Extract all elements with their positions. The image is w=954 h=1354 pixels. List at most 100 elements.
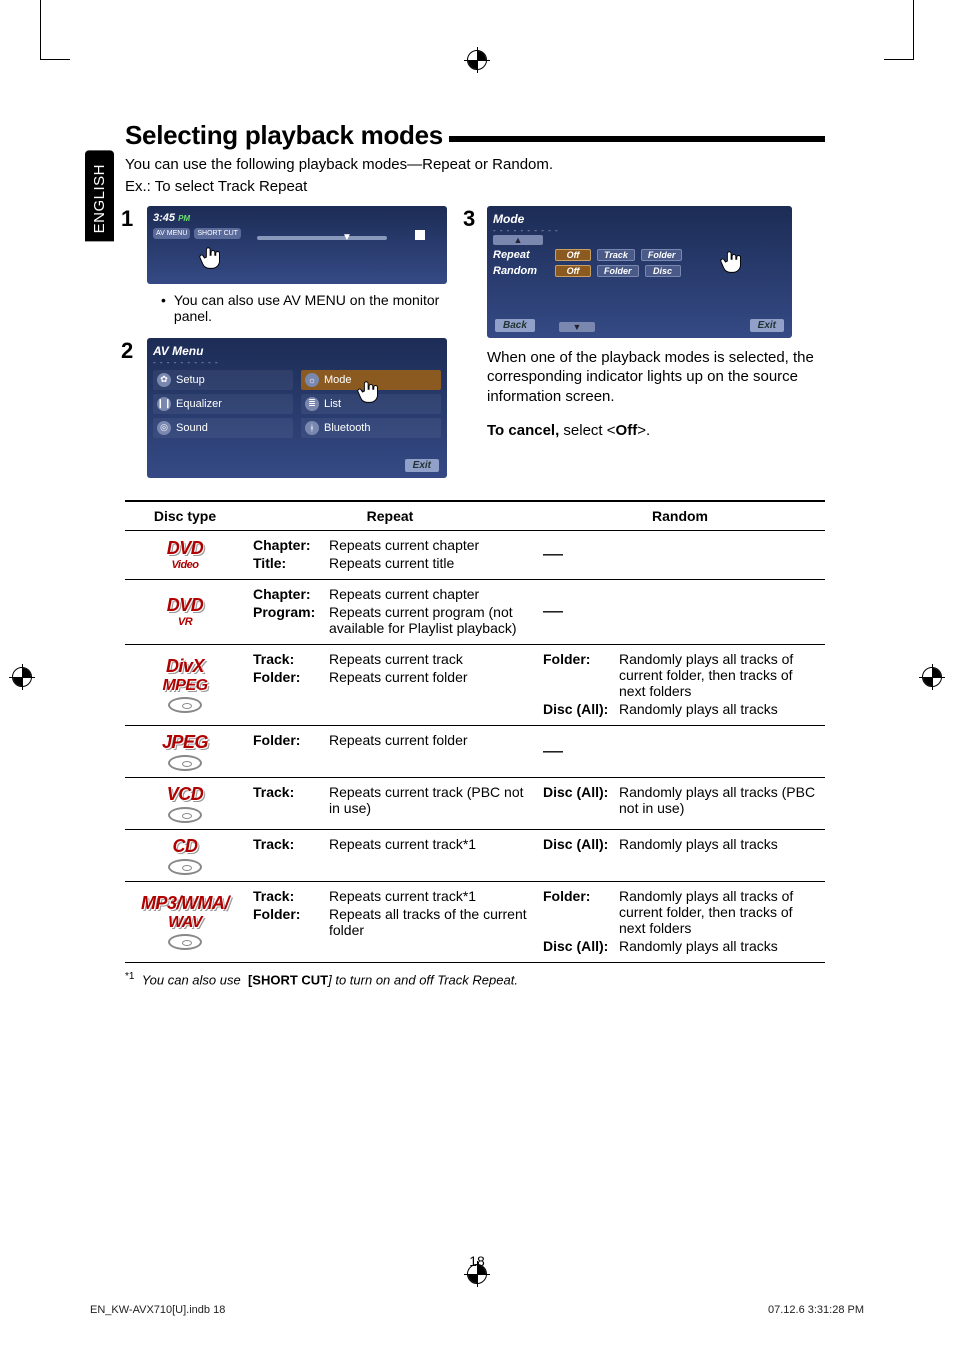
random-disc-option[interactable]: Disc [645, 265, 681, 277]
clock-time: 3:45 PM [153, 212, 190, 224]
repeat-value: Repeats current folder [329, 732, 527, 748]
disc-logo: DivX [166, 656, 204, 676]
footer-file: EN_KW-AVX710[U].indb 18 [90, 1304, 225, 1316]
short-cut-badge[interactable]: SHORT CUT [194, 228, 241, 239]
av-menu-title: AV Menu [153, 344, 441, 358]
footnote-text: You can also use [142, 972, 245, 987]
repeat-value: Repeats current track [329, 651, 527, 667]
repeat-cell: Track:Repeats current trackFolder:Repeat… [245, 644, 535, 725]
disc-ellipse-icon [168, 934, 202, 950]
repeat-folder-option[interactable]: Folder [641, 249, 683, 261]
bluetooth-icon: ᚼ [305, 421, 319, 435]
step-number-3: 3 [463, 206, 475, 232]
repeat-track-option[interactable]: Track [597, 249, 635, 261]
menu-item-label: Equalizer [176, 398, 222, 410]
back-button[interactable]: Back [495, 319, 535, 332]
intro-text-1: You can use the following playback modes… [125, 155, 825, 175]
random-key: Folder: [543, 651, 619, 699]
cancel-end: >. [637, 422, 650, 439]
random-value: Randomly plays all tracks of current fol… [619, 888, 817, 936]
menu-item-bluetooth[interactable]: ᚼ Bluetooth [301, 418, 441, 438]
exit-button[interactable]: Exit [750, 319, 784, 332]
disc-ellipse-icon [168, 859, 202, 875]
repeat-cell: Track:Repeats current track*1 [245, 829, 535, 881]
repeat-off-option[interactable]: Off [555, 249, 591, 261]
repeat-key: Chapter: [253, 537, 329, 553]
stop-icon[interactable] [415, 230, 425, 240]
menu-item-equalizer[interactable]: ❙❙ Equalizer [153, 394, 293, 414]
disc-logo: CD [173, 836, 198, 856]
random-value: Randomly plays all tracks [619, 701, 817, 717]
random-off-option[interactable]: Off [555, 265, 591, 277]
av-menu-badge[interactable]: AV MENU [153, 228, 190, 239]
random-value: Randomly plays all tracks of current fol… [619, 651, 817, 699]
table-row: JPEGFolder:Repeats current folder— [125, 725, 825, 777]
divider: - - - - - - - - - - [153, 358, 441, 367]
random-cell: Disc (All):Randomly plays all tracks (PB… [535, 777, 825, 829]
repeat-value: Repeats all tracks of the current folder [329, 906, 527, 938]
registration-mark [467, 50, 487, 70]
disc-sublabel: VR [133, 616, 237, 628]
repeat-key: Chapter: [253, 586, 329, 602]
repeat-cell: Chapter:Repeats current chapterTitle:Rep… [245, 530, 535, 579]
random-folder-option[interactable]: Folder [597, 265, 639, 277]
up-arrow-button[interactable]: ▲ [493, 235, 543, 245]
page-title: Selecting playback modes [125, 120, 825, 151]
table-row: MP3/WMA/WAVTrack:Repeats current track*1… [125, 881, 825, 962]
random-cell: Folder:Randomly plays all tracks of curr… [535, 881, 825, 962]
disc-type-cell: DVDVideo [125, 530, 245, 579]
disc-logo: JPEG [162, 732, 208, 752]
repeat-value: Repeats current track*1 [329, 836, 527, 852]
clock-time-value: 3:45 [153, 212, 175, 224]
table-row: DVDVideoChapter:Repeats current chapterT… [125, 530, 825, 579]
screenshot-av-menu: AV Menu - - - - - - - - - - ✿Setup ☼Mode… [147, 338, 447, 478]
menu-item-setup[interactable]: ✿Setup [153, 370, 293, 390]
crop-mark [40, 0, 70, 60]
intro-text-2: Ex.: To select Track Repeat [125, 177, 825, 197]
language-tab: ENGLISH [85, 150, 114, 241]
menu-item-label: Setup [176, 374, 205, 386]
repeat-key: Folder: [253, 669, 329, 685]
disc-ellipse-icon [168, 697, 202, 713]
disc-logo: VCD [167, 784, 204, 804]
repeat-key: Track: [253, 888, 329, 904]
disc-type-cell: DivXMPEG [125, 644, 245, 725]
menu-item-label: List [324, 398, 341, 410]
th-repeat: Repeat [245, 501, 535, 531]
random-cell: Folder:Randomly plays all tracks of curr… [535, 644, 825, 725]
random-key: Folder: [543, 888, 619, 936]
step-1-note: You can also use AV MENU on the monitor … [147, 292, 465, 324]
registration-mark [12, 667, 32, 687]
random-key: Disc (All): [543, 938, 619, 954]
print-footer: EN_KW-AVX710[U].indb 18 07.12.6 3:31:28 … [90, 1304, 864, 1316]
repeat-key: Title: [253, 555, 329, 571]
footnote-marker: *1 [125, 971, 134, 982]
random-row-label: Random [493, 265, 549, 277]
menu-item-label: Bluetooth [324, 422, 370, 434]
repeat-key: Track: [253, 836, 329, 852]
table-row: DVDVRChapter:Repeats current chapterProg… [125, 579, 825, 644]
screenshot-mode-panel: Mode - - - - - - - - - - ▲ Repeat Off Tr… [487, 206, 792, 338]
table-row: VCDTrack:Repeats current track (PBC not … [125, 777, 825, 829]
repeat-row-label: Repeat [493, 249, 549, 261]
page-number: 18 [469, 1253, 485, 1269]
step-number-1: 1 [121, 206, 133, 232]
down-arrow-button[interactable]: ▼ [559, 322, 595, 332]
step-3-explain: When one of the playback modes is select… [487, 348, 825, 407]
footer-timestamp: 07.12.6 3:31:28 PM [768, 1304, 864, 1316]
step-number-2: 2 [121, 338, 133, 364]
cancel-instruction: To cancel, select <Off>. [487, 422, 825, 439]
screenshot-status-bar: 3:45 PM AV MENU SHORT CUT ▼ [147, 206, 447, 284]
disc-type-cell: CD [125, 829, 245, 881]
disc-sublabel: Video [133, 559, 237, 571]
exit-button[interactable]: Exit [405, 459, 439, 472]
menu-item-sound[interactable]: ◎Sound [153, 418, 293, 438]
speaker-icon: ◎ [157, 421, 171, 435]
disc-logo: DVD [167, 538, 204, 558]
equalizer-icon: ❙❙ [157, 397, 171, 411]
menu-item-label: Mode [324, 374, 352, 386]
random-key: Disc (All): [543, 836, 619, 852]
random-value: Randomly plays all tracks [619, 938, 817, 954]
random-cell: Disc (All):Randomly plays all tracks [535, 829, 825, 881]
random-key: Disc (All): [543, 784, 619, 816]
